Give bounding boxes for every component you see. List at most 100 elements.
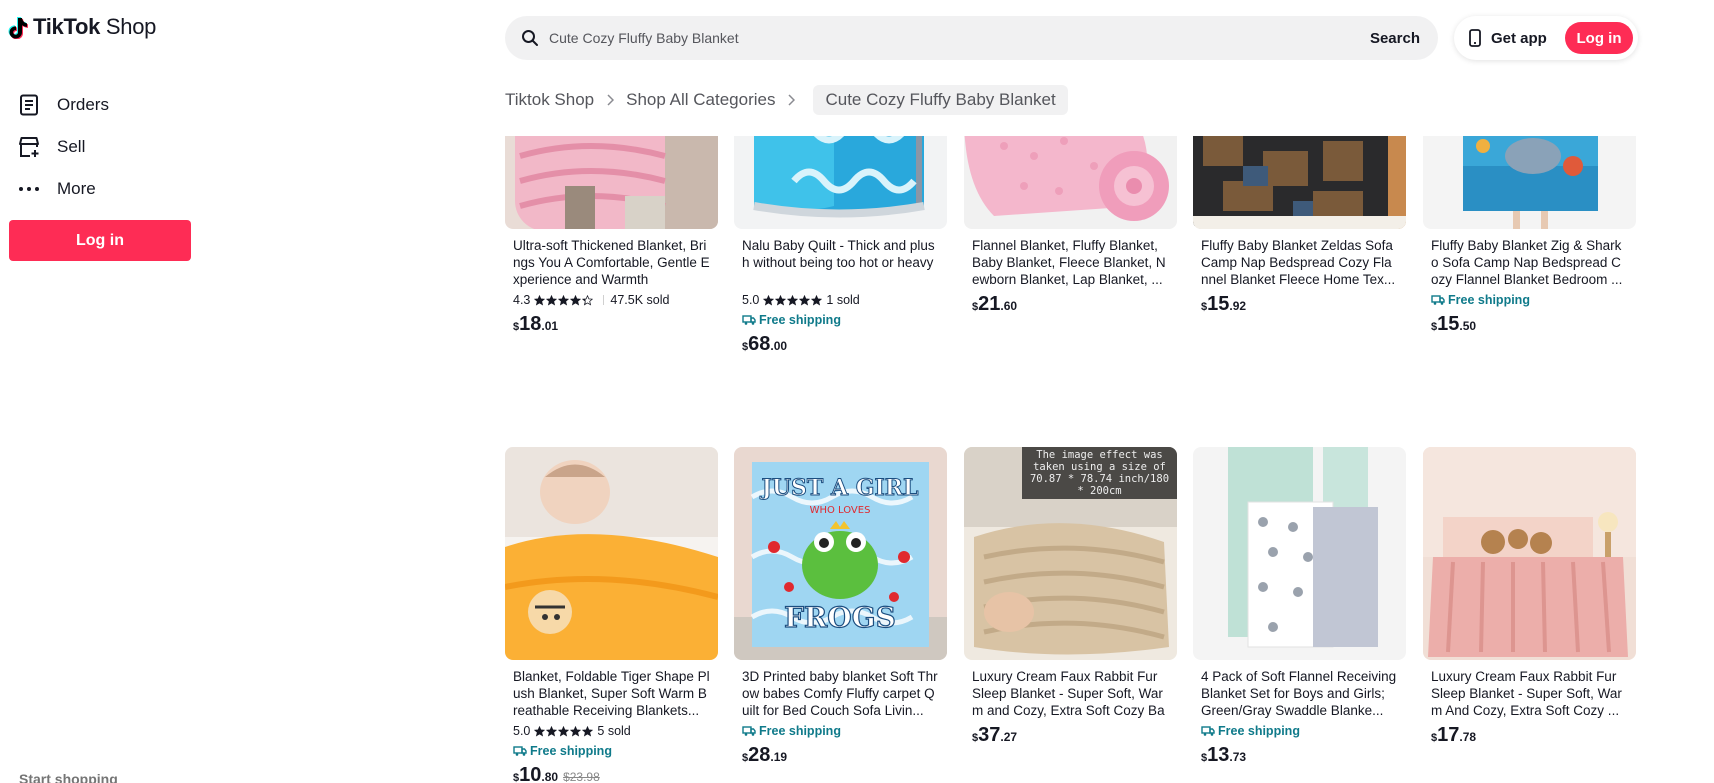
star-icon	[534, 725, 546, 736]
sidebar-item-label: Sell	[57, 137, 86, 156]
product-title: Ultra-soft Thickened Blanket, Brings You…	[513, 238, 710, 287]
star-icon	[763, 294, 775, 305]
product-title: Blanket, Foldable Tiger Shape Plush Blan…	[513, 669, 710, 718]
star-icon	[570, 294, 582, 305]
price-integer: 37	[978, 724, 1001, 746]
sold-count: 1 sold	[826, 293, 860, 307]
rating-stars	[534, 725, 594, 737]
price-decimal: .00	[770, 339, 788, 353]
image-size-note: The image effect was taken using a size …	[1022, 447, 1177, 499]
price-integer: 15	[1207, 293, 1230, 315]
breadcrumb: Tiktok Shop Shop All Categories Cute Coz…	[505, 85, 1068, 115]
product-price: $37.27	[972, 724, 1169, 747]
product-card[interactable]: JUST A GIRL WHO LOVES FROGS 3D Printed b…	[734, 447, 947, 767]
search-icon	[522, 30, 538, 46]
product-image	[1193, 136, 1406, 229]
header-login-button[interactable]: Log in	[1565, 22, 1633, 54]
tiktok-shop-logo[interactable]: TikTok Shop	[8, 12, 156, 42]
free-shipping-badge: Free shipping	[742, 312, 939, 328]
price-decimal: .78	[1459, 730, 1477, 744]
product-grid: Ultra-soft Thickened Blanket, Brings You…	[505, 136, 1637, 783]
product-price: $17.78	[1431, 724, 1628, 747]
free-shipping-label: Free shipping	[1448, 293, 1530, 307]
star-icon	[775, 294, 787, 305]
product-image	[505, 447, 718, 660]
sidebar-item-orders[interactable]: Orders	[18, 84, 188, 126]
star-icon	[811, 294, 823, 305]
product-card[interactable]: Blanket, Foldable Tiger Shape Plush Blan…	[505, 447, 718, 783]
product-price: $15.92	[1201, 293, 1398, 316]
price-decimal: .73	[1229, 750, 1247, 764]
product-card[interactable]: Fluffy Baby Blanket Zeldas Sofa Camp Nap…	[1193, 136, 1406, 316]
divider	[603, 295, 605, 305]
truck-icon	[1431, 295, 1445, 305]
start-shopping-label: Start shopping	[19, 771, 118, 783]
chevron-right-icon	[602, 92, 618, 108]
price-integer: 13	[1207, 744, 1230, 766]
get-app-label: Get app	[1491, 29, 1547, 47]
breadcrumb-item-tiktok-shop[interactable]: Tiktok Shop	[505, 90, 594, 110]
star-icon	[534, 294, 546, 305]
orders-icon	[18, 94, 40, 116]
price-decimal: .19	[770, 750, 788, 764]
search-bar[interactable]: Cute Cozy Fluffy Baby Blanket Search	[505, 16, 1438, 60]
product-image	[1193, 447, 1406, 660]
get-app-button[interactable]: Get app	[1468, 29, 1547, 47]
breadcrumb-item-all-categories[interactable]: Shop All Categories	[626, 90, 775, 110]
free-shipping-badge: Free shipping	[742, 723, 939, 739]
product-title: Flannel Blanket, Fluffy Blanket, Baby Bl…	[972, 238, 1166, 287]
price-integer: 21	[978, 293, 1001, 315]
sold-count: 5 sold	[597, 724, 631, 738]
sidebar-item-label: More	[57, 179, 96, 198]
product-image	[964, 136, 1177, 229]
product-card[interactable]: 4 Pack of Soft Flannel Receiving Blanket…	[1193, 447, 1406, 767]
sidebar-item-sell[interactable]: Sell	[18, 126, 188, 168]
price-integer: 18	[519, 313, 542, 335]
phone-icon	[1469, 29, 1481, 47]
product-card[interactable]: Fluffy Baby Blanket Zig & Shark o Sofa C…	[1423, 136, 1636, 336]
price-integer: 15	[1437, 313, 1460, 335]
product-card[interactable]: The image effect was taken using a size …	[964, 447, 1177, 747]
product-title: 4 Pack of Soft Flannel Receiving Blanket…	[1201, 669, 1397, 718]
price-decimal: .50	[1459, 319, 1477, 333]
free-shipping-label: Free shipping	[759, 313, 841, 327]
truck-icon	[742, 315, 756, 325]
star-icon	[787, 294, 799, 305]
star-icon	[582, 294, 594, 305]
product-image	[734, 136, 947, 229]
free-shipping-label: Free shipping	[759, 724, 841, 738]
sell-store-icon	[18, 136, 40, 158]
free-shipping-label: Free shipping	[1218, 724, 1300, 738]
image-text-line2: WHO LOVES	[810, 505, 871, 516]
star-icon	[582, 725, 594, 736]
price-integer: 17	[1437, 724, 1460, 746]
product-card[interactable]: Luxury Cream Faux Rabbit Fur Sleep Blank…	[1423, 447, 1636, 747]
product-price: $28.19	[742, 744, 939, 767]
product-card[interactable]: Flannel Blanket, Fluffy Blanket, Baby Bl…	[964, 136, 1177, 316]
price-decimal: .92	[1229, 299, 1247, 313]
rating-row: 5.0 5 sold	[513, 723, 710, 739]
free-shipping-label: Free shipping	[530, 744, 612, 758]
free-shipping-badge: Free shipping	[513, 743, 710, 759]
free-shipping-badge: Free shipping	[1201, 723, 1398, 739]
sidebar-nav: Orders Sell More	[18, 84, 188, 210]
product-card[interactable]: Nalu Baby Quilt - Thick and plush withou…	[734, 136, 947, 356]
image-text-line3: FROGS	[784, 601, 896, 634]
product-title: Nalu Baby Quilt - Thick and plush withou…	[742, 238, 935, 270]
search-input[interactable]: Cute Cozy Fluffy Baby Blanket	[549, 30, 1370, 46]
product-price: $18.01	[513, 313, 710, 336]
sidebar-login-button[interactable]: Log in	[9, 220, 191, 261]
product-price: $68.00	[742, 333, 939, 356]
product-title: Luxury Cream Faux Rabbit Fur Sleep Blank…	[972, 669, 1165, 718]
sidebar-item-more[interactable]: More	[18, 168, 188, 210]
product-price: $13.73	[1201, 744, 1398, 767]
price-integer: 68	[748, 333, 771, 355]
product-image: The image effect was taken using a size …	[964, 447, 1177, 660]
price-decimal: .60	[1000, 299, 1018, 313]
search-button[interactable]: Search	[1370, 30, 1420, 47]
header-actions: Get app Log in	[1454, 16, 1638, 60]
product-card[interactable]: Ultra-soft Thickened Blanket, Brings You…	[505, 136, 718, 336]
rating-value: 5.0	[742, 293, 760, 307]
sidebar-item-label: Orders	[57, 95, 109, 114]
price-decimal: .01	[541, 319, 559, 333]
